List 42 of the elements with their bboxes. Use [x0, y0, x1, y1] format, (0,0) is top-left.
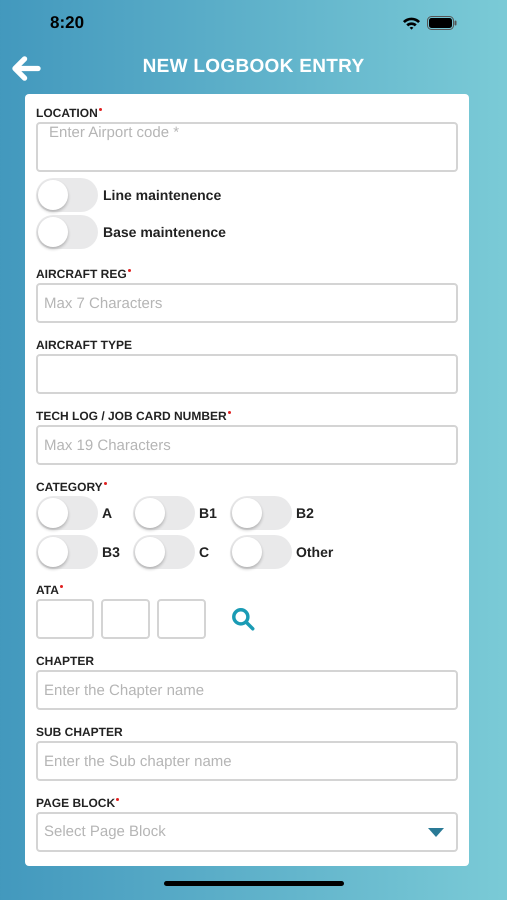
field-label: AIRCRAFT REG [36, 267, 127, 281]
input-field[interactable]: Enter the Sub chapter name [36, 741, 458, 781]
field-label: CHAPTER [36, 654, 94, 668]
caret-icon [428, 828, 444, 836]
text-area[interactable]: Enter Airport code * [36, 122, 458, 172]
battery-icon [427, 16, 457, 30]
toggle-switch[interactable] [133, 535, 195, 569]
field-label: TECH LOG / JOB CARD NUMBER [36, 409, 227, 423]
toggle-switch[interactable] [36, 535, 98, 569]
toggle-switch[interactable] [36, 178, 98, 212]
toggle-label: Line maintenence [103, 186, 222, 204]
dropdown-field[interactable]: Select Page Block [36, 812, 458, 852]
toggle-label: Base maintenence [103, 222, 226, 242]
toggle-switch[interactable] [230, 535, 292, 569]
input-field[interactable]: Max 7 Characters [36, 283, 458, 323]
input-field[interactable]: Max 19 Characters [36, 425, 458, 465]
toggle-switch[interactable] [133, 496, 195, 530]
search-icon[interactable] [230, 606, 256, 632]
toggle-label: C [199, 542, 210, 562]
toggle-label: B3 [102, 542, 120, 562]
toggle-switch[interactable] [36, 215, 98, 249]
toggle-switch[interactable] [230, 496, 292, 530]
field-label: PAGE BLOCK [36, 796, 116, 810]
back-arrow-icon[interactable] [12, 56, 41, 81]
field-label: CATEGORY [36, 480, 103, 494]
toggle-switch[interactable] [36, 496, 98, 530]
wifi-icon [402, 16, 421, 30]
toggle-label: B2 [296, 504, 314, 522]
input-field[interactable] [36, 354, 458, 394]
field-label: SUB CHAPTER [36, 725, 123, 739]
toggle-label: B1 [199, 504, 217, 522]
field-label: ATA [36, 583, 59, 597]
input-field[interactable]: Enter the Chapter name [36, 670, 458, 710]
toggle-label: A [102, 504, 112, 522]
status-time: 8:20 [50, 12, 84, 34]
input-field[interactable] [36, 599, 94, 639]
field-label: LOCATION [36, 106, 98, 120]
page-title: NEW LOGBOOK ENTRY [142, 54, 364, 79]
input-field[interactable] [101, 599, 150, 639]
toggle-label: Other [296, 542, 334, 562]
input-field[interactable] [157, 599, 206, 639]
field-label: AIRCRAFT TYPE [36, 338, 132, 352]
